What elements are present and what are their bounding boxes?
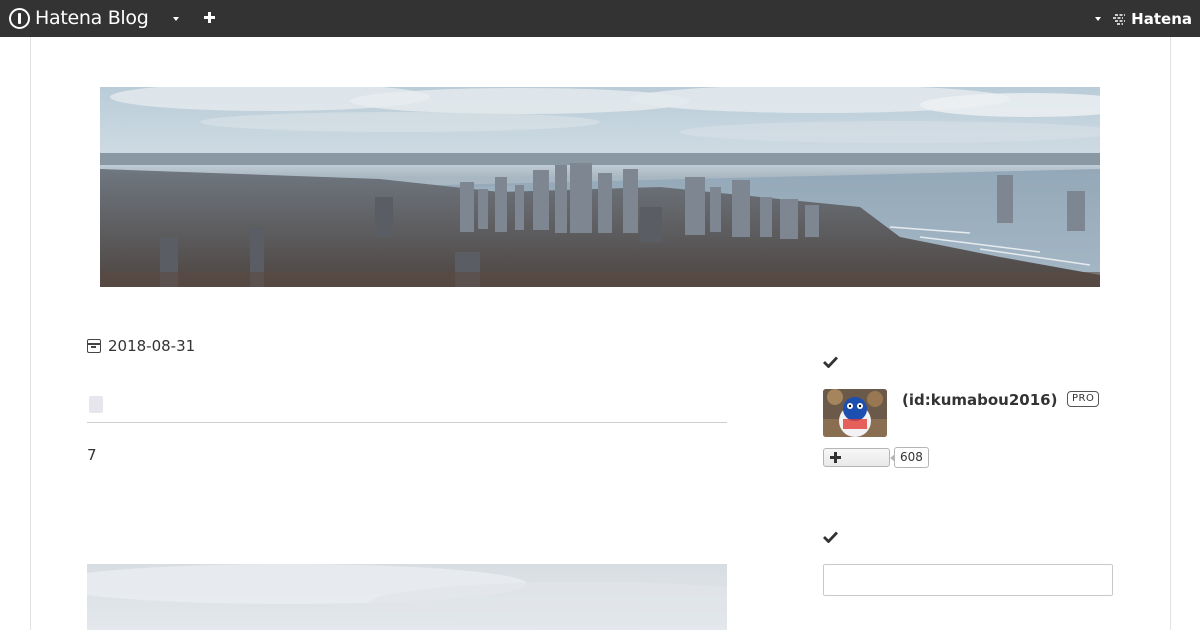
follower-count[interactable]: 608 — [890, 447, 929, 468]
hatena-mark-icon — [1113, 14, 1126, 25]
search-input[interactable] — [823, 564, 1113, 596]
brand-text: Hatena Blog — [35, 7, 149, 29]
new-post-plus-icon[interactable] — [203, 11, 217, 25]
date-text: 2018-08-31 — [108, 337, 196, 355]
entry-body-text: 7 — [87, 446, 97, 464]
entry-photo-image — [87, 564, 727, 626]
hatena-text: Hatena — [1131, 10, 1192, 28]
hatena-logo[interactable]: Hatena — [1113, 10, 1192, 28]
avatar-image — [823, 389, 887, 437]
profile-user-id[interactable]: (id:kumabou2016) — [902, 391, 1057, 409]
hatena-blog-logo-icon — [9, 7, 30, 29]
entry-date[interactable]: 2018-08-31 — [87, 337, 195, 355]
account-menu-chevron-down-icon[interactable] — [1095, 17, 1101, 21]
avatar[interactable] — [823, 389, 887, 437]
pro-badge: PRO — [1067, 391, 1100, 407]
profile-section-check-icon — [823, 356, 838, 368]
blog-header-image[interactable] — [100, 87, 1100, 287]
follow-button[interactable] — [823, 448, 890, 467]
blog-menu-chevron-down-icon[interactable] — [173, 17, 179, 21]
skyline-image — [100, 87, 1100, 287]
calendar-icon — [87, 339, 101, 353]
entry-title-placeholder-icon[interactable] — [89, 396, 103, 413]
follow-plus-icon — [830, 452, 841, 463]
entry-photo[interactable] — [87, 564, 727, 630]
hatena-blog-logo[interactable]: Hatena Blog — [9, 7, 149, 29]
title-divider — [87, 422, 727, 423]
search-section-check-icon — [823, 531, 838, 543]
global-header: Hatena Blog Hatena — [0, 0, 1200, 37]
